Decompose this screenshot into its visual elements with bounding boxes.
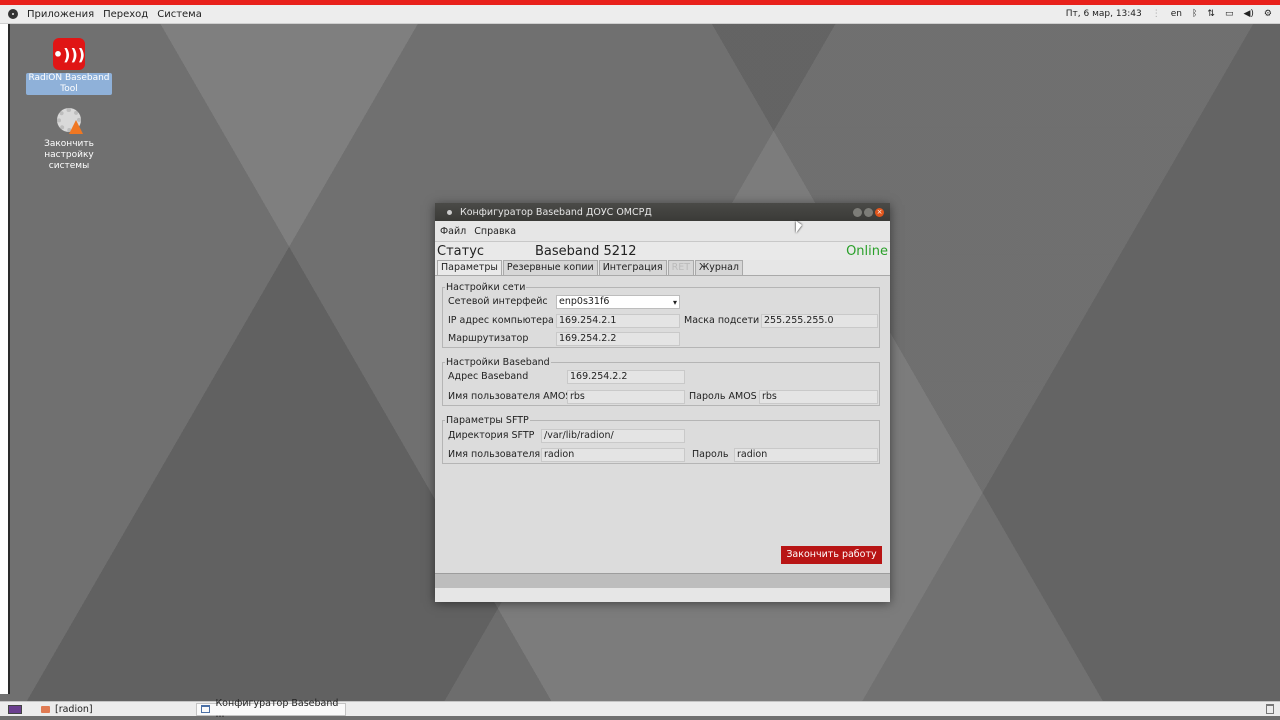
close-button[interactable]: × [875,207,884,217]
interface-label: Сетевой интерфейс [448,294,548,309]
tab-log[interactable]: Журнал [695,260,744,275]
network-interface-value: enp0s31f6 [559,296,610,307]
router-field[interactable]: 169.254.2.2 [556,332,680,346]
folder-icon [41,705,50,713]
tray-separator: ⋮ [1151,9,1161,19]
subnet-mask-field[interactable]: 255.255.255.0 [761,314,878,328]
taskbar-item-label: [radion] [55,703,93,715]
sftp-settings-legend: Параметры SFTP [446,415,529,426]
bluetooth-icon[interactable]: ᛒ [1192,9,1197,19]
tab-bar: Параметры Резервные копии Интеграция RET… [435,260,890,276]
taskbar-item-radion[interactable]: [radion] [36,703,196,716]
window-statusbar [435,587,890,602]
mask-label: Маска подсети [684,313,760,328]
volume-icon[interactable]: ◀) [1243,9,1253,19]
tab-parameters[interactable]: Параметры [437,260,502,275]
sftp-user-field[interactable]: radion [541,448,685,462]
keyboard-layout-indicator[interactable]: en [1171,9,1182,19]
desktop-icon-radion[interactable]: •))) RadiON Baseband Tool [26,38,112,95]
network-icon[interactable]: ⇅ [1207,9,1215,19]
device-name: Baseband 5212 [535,243,637,259]
tab-ret: RET [667,260,695,275]
taskbar-item-label: Конфигуратор Baseband ... [215,698,339,720]
top-panel: Приложения Переход Система Пт, 6 мар, 13… [0,5,1280,24]
ip-label: IP адрес компьютера [448,313,554,328]
minimize-button[interactable] [853,207,862,217]
menu-help[interactable]: Справка [474,226,516,237]
menu-system[interactable]: Система [157,9,202,20]
menu-file[interactable]: Файл [440,226,466,237]
app-icon [447,209,452,215]
network-settings-legend: Настройки сети [446,282,526,293]
taskbar-item-configurator[interactable]: Конфигуратор Baseband ... [196,698,346,720]
window-titlebar[interactable]: Конфигуратор Baseband ДОУС ОМСРД × [435,203,890,221]
maximize-button[interactable] [864,207,873,217]
left-edge-strip [0,24,10,694]
trash-icon[interactable] [1266,704,1274,714]
window-menubar: Файл Справка [435,221,890,242]
finish-work-button[interactable]: Закончить работу [781,546,882,564]
battery-icon[interactable]: ▭ [1225,9,1234,19]
settings-gear-icon[interactable]: ⚙ [1264,9,1272,19]
radion-icon: •))) [53,38,85,70]
desktop-icon-label: Закончить настройку системы [44,139,94,171]
status-row: Статус Baseband 5212 Online [435,242,890,260]
amos-user-field[interactable]: rbs [567,390,685,404]
tab-backups[interactable]: Резервные копии [502,260,598,275]
configurator-window: Конфигуратор Baseband ДОУС ОМСРД × Файл … [435,203,890,602]
parameters-panel: Настройки сети Сетевой интерфейс enp0s31… [435,278,890,573]
mouse-cursor [796,221,802,233]
menu-places[interactable]: Переход [103,9,148,20]
sftp-password-field[interactable]: radion [734,448,878,462]
window-progress-bar [435,573,890,587]
status-label: Статус [437,243,485,259]
menu-applications[interactable]: Приложения [27,9,94,20]
sftp-user-label: Имя пользователя [448,447,541,462]
baseband-address-field[interactable]: 169.254.2.2 [567,370,685,384]
ip-address-field[interactable]: 169.254.2.1 [556,314,680,328]
ubuntu-logo-icon[interactable] [8,9,18,19]
desktop-icon-finish-setup[interactable]: Закончить настройку системы [26,104,112,172]
baseband-settings-legend: Настройки Baseband [446,357,550,368]
chevron-down-icon: ▾ [672,298,677,307]
gear-icon [53,104,85,136]
sftp-dir-field[interactable]: /var/lib/radion/ [541,429,685,443]
desktop-icon-label: RadiON Baseband Tool [26,73,112,95]
amos-user-label: Имя пользователя AMOS [448,389,572,404]
clock[interactable]: Пт, 6 мар, 13:43 [1066,9,1142,19]
sftp-password-label: Пароль [692,447,729,462]
network-interface-select[interactable]: enp0s31f6 ▾ [556,295,680,309]
tab-integration[interactable]: Интеграция [598,260,667,275]
window-icon [201,705,211,713]
show-desktop-button[interactable] [8,704,22,714]
bottom-taskbar: [radion] Конфигуратор Baseband ... [0,698,1280,720]
baseband-address-label: Адрес Baseband [448,369,529,384]
router-label: Маршрутизатор [448,331,529,346]
amos-password-field[interactable]: rbs [759,390,878,404]
amos-password-label: Пароль AMOS [689,389,757,404]
window-title: Конфигуратор Baseband ДОУС ОМСРД [460,206,652,218]
sftp-dir-label: Директория SFTP [448,428,535,443]
online-status: Online [846,243,888,259]
